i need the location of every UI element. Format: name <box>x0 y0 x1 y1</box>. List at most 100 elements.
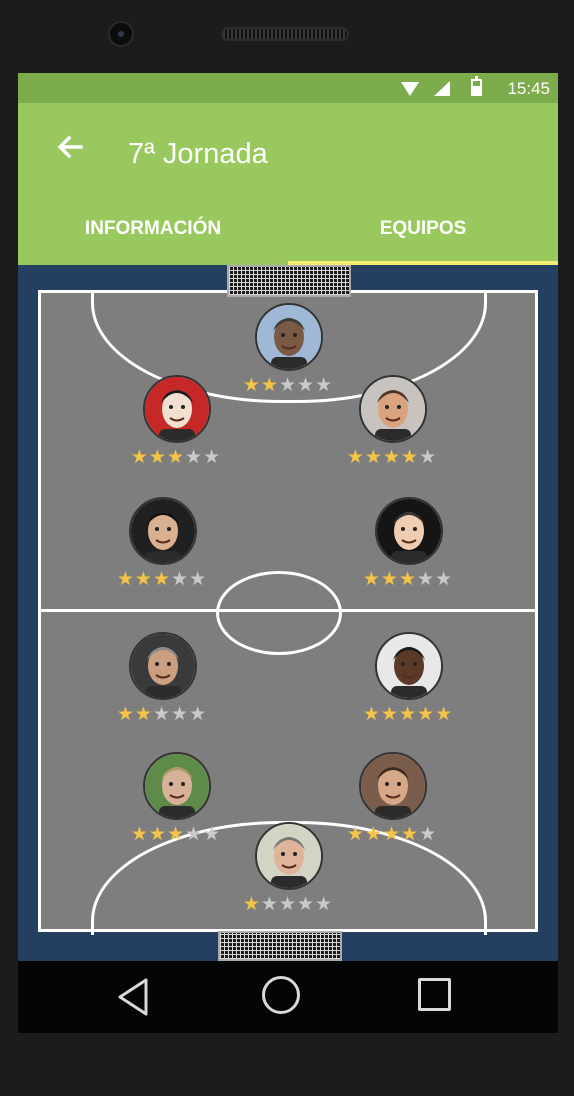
star-empty-icon: ★ <box>260 894 279 915</box>
home-circle-icon[interactable] <box>262 976 300 1014</box>
player-rating: ★★★★★ <box>337 447 447 469</box>
player-card-low-right[interactable]: ★★★★★ <box>353 632 463 728</box>
star-filled-icon: ★ <box>346 447 365 468</box>
player-avatar <box>255 822 323 890</box>
back-triangle-icon[interactable] <box>114 977 154 1017</box>
wifi-icon <box>401 82 419 96</box>
star-filled-icon: ★ <box>148 824 167 845</box>
player-card-mid-right[interactable]: ★★★★★ <box>353 497 463 593</box>
player-rating: ★★★★★ <box>107 569 217 591</box>
star-empty-icon: ★ <box>203 824 222 845</box>
star-filled-icon: ★ <box>362 704 381 725</box>
player-card-gk-top[interactable]: ★★★★★ <box>233 303 343 399</box>
star-filled-icon: ★ <box>401 824 420 845</box>
star-empty-icon: ★ <box>315 375 334 396</box>
front-camera <box>108 21 134 47</box>
center-circle <box>216 571 342 655</box>
player-rating: ★★★★★ <box>121 824 231 846</box>
star-empty-icon: ★ <box>278 894 298 915</box>
star-filled-icon: ★ <box>166 824 186 845</box>
star-filled-icon: ★ <box>398 704 418 725</box>
star-filled-icon: ★ <box>380 569 399 590</box>
player-rating: ★★★★★ <box>121 447 231 469</box>
star-filled-icon: ★ <box>134 704 153 725</box>
player-avatar <box>359 752 427 820</box>
system-nav-bar <box>18 961 558 1033</box>
star-filled-icon: ★ <box>148 447 167 468</box>
star-empty-icon: ★ <box>171 569 190 590</box>
star-empty-icon: ★ <box>315 894 334 915</box>
screen: 15:45 7ª Jornada INFORMACIÓN EQUIPOS ★★★ <box>18 73 558 1033</box>
star-empty-icon: ★ <box>189 569 208 590</box>
player-avatar <box>359 375 427 443</box>
star-filled-icon: ★ <box>130 824 149 845</box>
phone-frame: 15:45 7ª Jornada INFORMACIÓN EQUIPOS ★★★ <box>0 0 574 1096</box>
star-empty-icon: ★ <box>185 447 204 468</box>
battery-icon <box>471 76 482 96</box>
page-title: 7ª Jornada <box>128 138 268 170</box>
back-button[interactable] <box>48 131 92 175</box>
player-avatar <box>143 375 211 443</box>
star-empty-icon: ★ <box>189 704 208 725</box>
star-empty-icon: ★ <box>152 704 172 725</box>
player-rating: ★★★★★ <box>233 375 343 397</box>
player-card-top-left[interactable]: ★★★★★ <box>121 375 231 471</box>
star-empty-icon: ★ <box>297 894 316 915</box>
app-bar: 7ª Jornada INFORMACIÓN EQUIPOS <box>18 103 558 265</box>
player-rating: ★★★★★ <box>233 894 343 916</box>
star-empty-icon: ★ <box>417 569 436 590</box>
player-avatar <box>129 497 197 565</box>
star-filled-icon: ★ <box>166 447 186 468</box>
star-filled-icon: ★ <box>401 447 420 468</box>
star-filled-icon: ★ <box>116 569 135 590</box>
player-avatar <box>143 752 211 820</box>
player-avatar <box>375 497 443 565</box>
status-time: 15:45 <box>507 79 550 98</box>
star-filled-icon: ★ <box>260 375 279 396</box>
player-card-low-left[interactable]: ★★★★★ <box>107 632 217 728</box>
signal-icon <box>434 81 450 96</box>
star-filled-icon: ★ <box>242 894 261 915</box>
status-bar: 15:45 <box>18 73 558 103</box>
star-empty-icon: ★ <box>171 704 190 725</box>
player-card-back-left[interactable]: ★★★★★ <box>121 752 231 848</box>
player-rating: ★★★★★ <box>107 704 217 726</box>
tab-equipos[interactable]: EQUIPOS <box>288 203 558 265</box>
star-filled-icon: ★ <box>134 569 153 590</box>
star-filled-icon: ★ <box>417 704 436 725</box>
arrow-back-icon <box>55 133 85 169</box>
star-filled-icon: ★ <box>152 569 172 590</box>
player-card-gk-bottom[interactable]: ★★★★★ <box>233 822 343 918</box>
star-filled-icon: ★ <box>382 824 402 845</box>
star-filled-icon: ★ <box>364 824 383 845</box>
star-filled-icon: ★ <box>116 704 135 725</box>
goal-top <box>227 265 351 297</box>
player-card-back-right[interactable]: ★★★★★ <box>337 752 447 848</box>
player-card-top-right[interactable]: ★★★★★ <box>337 375 447 471</box>
recents-square-icon[interactable] <box>418 978 451 1011</box>
star-filled-icon: ★ <box>130 447 149 468</box>
player-rating: ★★★★★ <box>337 824 447 846</box>
goal-bottom <box>218 931 342 961</box>
earpiece-speaker <box>221 27 349 41</box>
player-avatar <box>129 632 197 700</box>
player-avatar <box>375 632 443 700</box>
player-card-mid-left[interactable]: ★★★★★ <box>107 497 217 593</box>
star-empty-icon: ★ <box>185 824 204 845</box>
star-filled-icon: ★ <box>380 704 399 725</box>
star-empty-icon: ★ <box>203 447 222 468</box>
tab-informacion[interactable]: INFORMACIÓN <box>18 203 288 265</box>
star-filled-icon: ★ <box>398 569 418 590</box>
star-filled-icon: ★ <box>242 375 261 396</box>
star-filled-icon: ★ <box>362 569 381 590</box>
star-empty-icon: ★ <box>419 447 438 468</box>
star-empty-icon: ★ <box>419 824 438 845</box>
star-filled-icon: ★ <box>364 447 383 468</box>
player-rating: ★★★★★ <box>353 569 463 591</box>
star-filled-icon: ★ <box>382 447 402 468</box>
star-filled-icon: ★ <box>346 824 365 845</box>
star-empty-icon: ★ <box>297 375 316 396</box>
player-rating: ★★★★★ <box>353 704 463 726</box>
player-avatar <box>255 303 323 371</box>
star-empty-icon: ★ <box>435 569 454 590</box>
